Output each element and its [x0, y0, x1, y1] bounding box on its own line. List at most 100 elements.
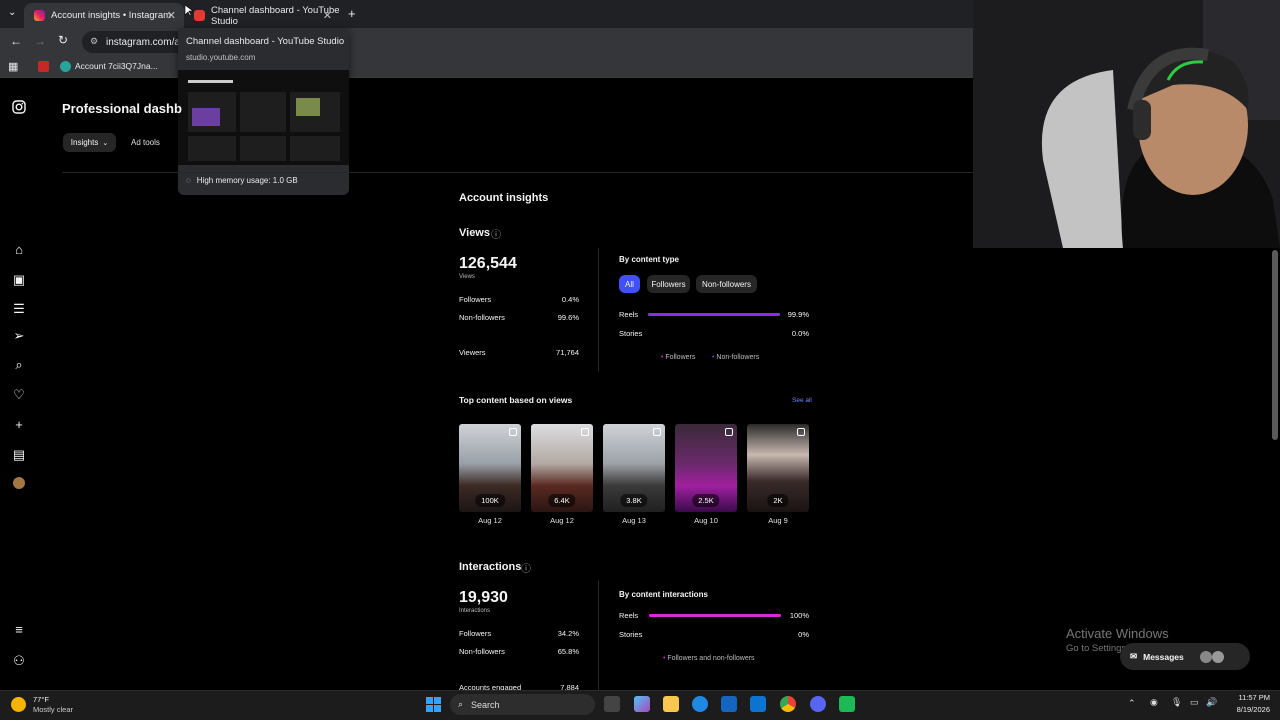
top-content-thumbnail[interactable]: 3.8K	[603, 424, 665, 512]
views-stories-value: 0.0%	[791, 329, 809, 338]
home-icon[interactable]: ⌂	[11, 242, 27, 258]
youtube-favicon-icon	[194, 10, 205, 21]
weather-icon[interactable]	[11, 697, 26, 712]
reel-icon	[509, 428, 517, 436]
top-content-thumbnail[interactable]: 100K	[459, 424, 521, 512]
insights-icon[interactable]: ▤	[11, 447, 27, 463]
create-icon[interactable]: +	[11, 417, 27, 433]
chevron-down-icon: ⌄	[102, 139, 109, 147]
views-nonfollowers-value: 99.6%	[557, 313, 579, 322]
discord-icon[interactable]	[810, 696, 826, 712]
messages-button[interactable]: ✉ Messages	[1120, 643, 1250, 670]
chrome-icon[interactable]	[780, 696, 796, 712]
thumbnail-date: Aug 12	[550, 516, 574, 525]
hover-card-preview	[178, 70, 349, 165]
legend-non-followers-label: Non-followers	[716, 354, 760, 361]
weather-desc: Mostly clear	[33, 705, 74, 714]
thumbnail-views: 3.8K	[620, 494, 648, 507]
avatar	[1211, 650, 1224, 663]
webcam-image	[973, 0, 1280, 248]
filter-followers[interactable]: Followers	[647, 275, 690, 293]
views-followers-value: 0.4%	[561, 295, 579, 304]
close-icon[interactable]: ✕	[167, 9, 176, 22]
dashboard-icon[interactable]: ☰	[11, 301, 27, 317]
insights-label: Insights	[70, 138, 99, 147]
views-reels-label: Reels	[619, 310, 639, 319]
outlook-icon[interactable]	[750, 696, 766, 712]
interactions-followers-label: Followers	[459, 629, 492, 638]
tab-hover-card: Channel dashboard - YouTube Studio studi…	[178, 28, 349, 195]
filter-non-followers[interactable]: Non-followers	[696, 275, 757, 293]
views-followers-label: Followers	[459, 295, 492, 304]
top-content-thumbnail[interactable]: 6.4K	[531, 424, 593, 512]
tray-chevron-icon[interactable]: ⌃	[1128, 698, 1136, 709]
file-explorer-icon[interactable]	[663, 696, 679, 712]
memory-text: High memory usage: 1.0 GB	[196, 176, 298, 185]
filter-all[interactable]: All	[619, 275, 640, 293]
interactions-reels-label: Reels	[619, 611, 639, 620]
info-icon[interactable]: ⓘ	[521, 560, 531, 575]
close-icon[interactable]: ✕	[323, 9, 332, 22]
apps-grid-icon[interactable]: ▦	[8, 60, 18, 73]
page-title: Account insights	[459, 192, 549, 204]
interactions-total: 19,930	[459, 589, 508, 606]
avatar[interactable]	[11, 477, 27, 493]
clock-time[interactable]: 11:57 PM	[1225, 693, 1270, 702]
reload-icon[interactable]: ↻	[58, 33, 68, 47]
reels-icon[interactable]: ▣	[11, 272, 27, 288]
search-icon[interactable]: ⌕	[11, 357, 27, 373]
meta-apps-icon[interactable]: ⚇	[11, 653, 27, 669]
menu-icon[interactable]: ≡	[11, 622, 27, 638]
send-icon[interactable]: ➢	[11, 328, 27, 344]
bookmark-item[interactable]: Account 7cii3Q7Jna...	[75, 61, 158, 71]
webcam-overlay	[973, 0, 1280, 248]
back-icon[interactable]: ←	[10, 34, 22, 48]
ad-tools-link[interactable]: Ad tools	[131, 138, 160, 147]
interactions-followers-value: 34.2%	[557, 629, 579, 638]
taskbar-search-label: Search	[471, 699, 500, 710]
clock-date[interactable]: 8/19/2026	[1225, 705, 1270, 714]
legend-non-followers: • Non-followers	[712, 354, 759, 361]
hover-card-url: studio.youtube.com	[186, 53, 256, 62]
top-content-thumbnail[interactable]: 2K	[747, 424, 809, 512]
microphone-icon[interactable]: 🎙	[1171, 697, 1182, 708]
forward-icon[interactable]: →	[34, 34, 46, 48]
interactions-stories-value: 0%	[798, 630, 809, 639]
edge-icon[interactable]	[692, 696, 708, 712]
thumbnail-date: Aug 9	[768, 516, 788, 525]
display-icon[interactable]: ▭	[1190, 697, 1199, 708]
tab-youtube-studio[interactable]: Channel dashboard - YouTube Studio ✕	[184, 3, 340, 28]
top-content-thumbnail[interactable]: 2.5K	[675, 424, 737, 512]
task-view-icon[interactable]	[604, 696, 620, 712]
taskbar-search[interactable]: ⌕ Search	[450, 694, 595, 715]
app-icon[interactable]	[839, 696, 855, 712]
tab-search-icon[interactable]: ⌄	[8, 7, 16, 18]
bookmarks-bar: ▦ Account 7cii3Q7Jna...	[0, 56, 973, 78]
reel-icon	[653, 428, 661, 436]
heart-icon[interactable]: ♡	[11, 387, 27, 403]
volume-icon[interactable]: 🔊	[1206, 697, 1217, 708]
thumbnail-views: 2.5K	[692, 494, 720, 507]
site-info-icon[interactable]: ⚙	[90, 36, 98, 47]
search-icon: ⌕	[458, 699, 464, 709]
interactions-reels-bar	[649, 614, 781, 617]
hover-card-title: Channel dashboard - YouTube Studio	[186, 36, 345, 47]
new-tab-icon[interactable]: +	[348, 6, 356, 21]
messenger-icon: ✉	[1130, 651, 1138, 661]
interactions-stories-label: Stories	[619, 630, 643, 639]
instagram-logo-icon[interactable]	[11, 100, 27, 116]
views-caption: Views	[459, 274, 475, 280]
tab-instagram[interactable]: Account insights • Instagram ✕	[24, 3, 184, 28]
avatar	[1199, 650, 1212, 663]
see-all-link[interactable]: See all	[792, 397, 812, 404]
info-icon[interactable]: ⓘ	[491, 226, 501, 241]
windows-start-icon[interactable]	[426, 697, 441, 712]
bookmark-favicon-icon[interactable]	[38, 61, 49, 72]
views-reels-value: 99.9%	[787, 310, 809, 319]
divider	[598, 248, 599, 372]
scrollbar-thumb[interactable]	[1272, 250, 1278, 440]
tray-app-icon[interactable]: ◉	[1150, 697, 1158, 708]
store-icon[interactable]	[721, 696, 737, 712]
insights-dropdown[interactable]: Insights ⌄	[63, 133, 116, 152]
copilot-icon[interactable]	[634, 696, 650, 712]
